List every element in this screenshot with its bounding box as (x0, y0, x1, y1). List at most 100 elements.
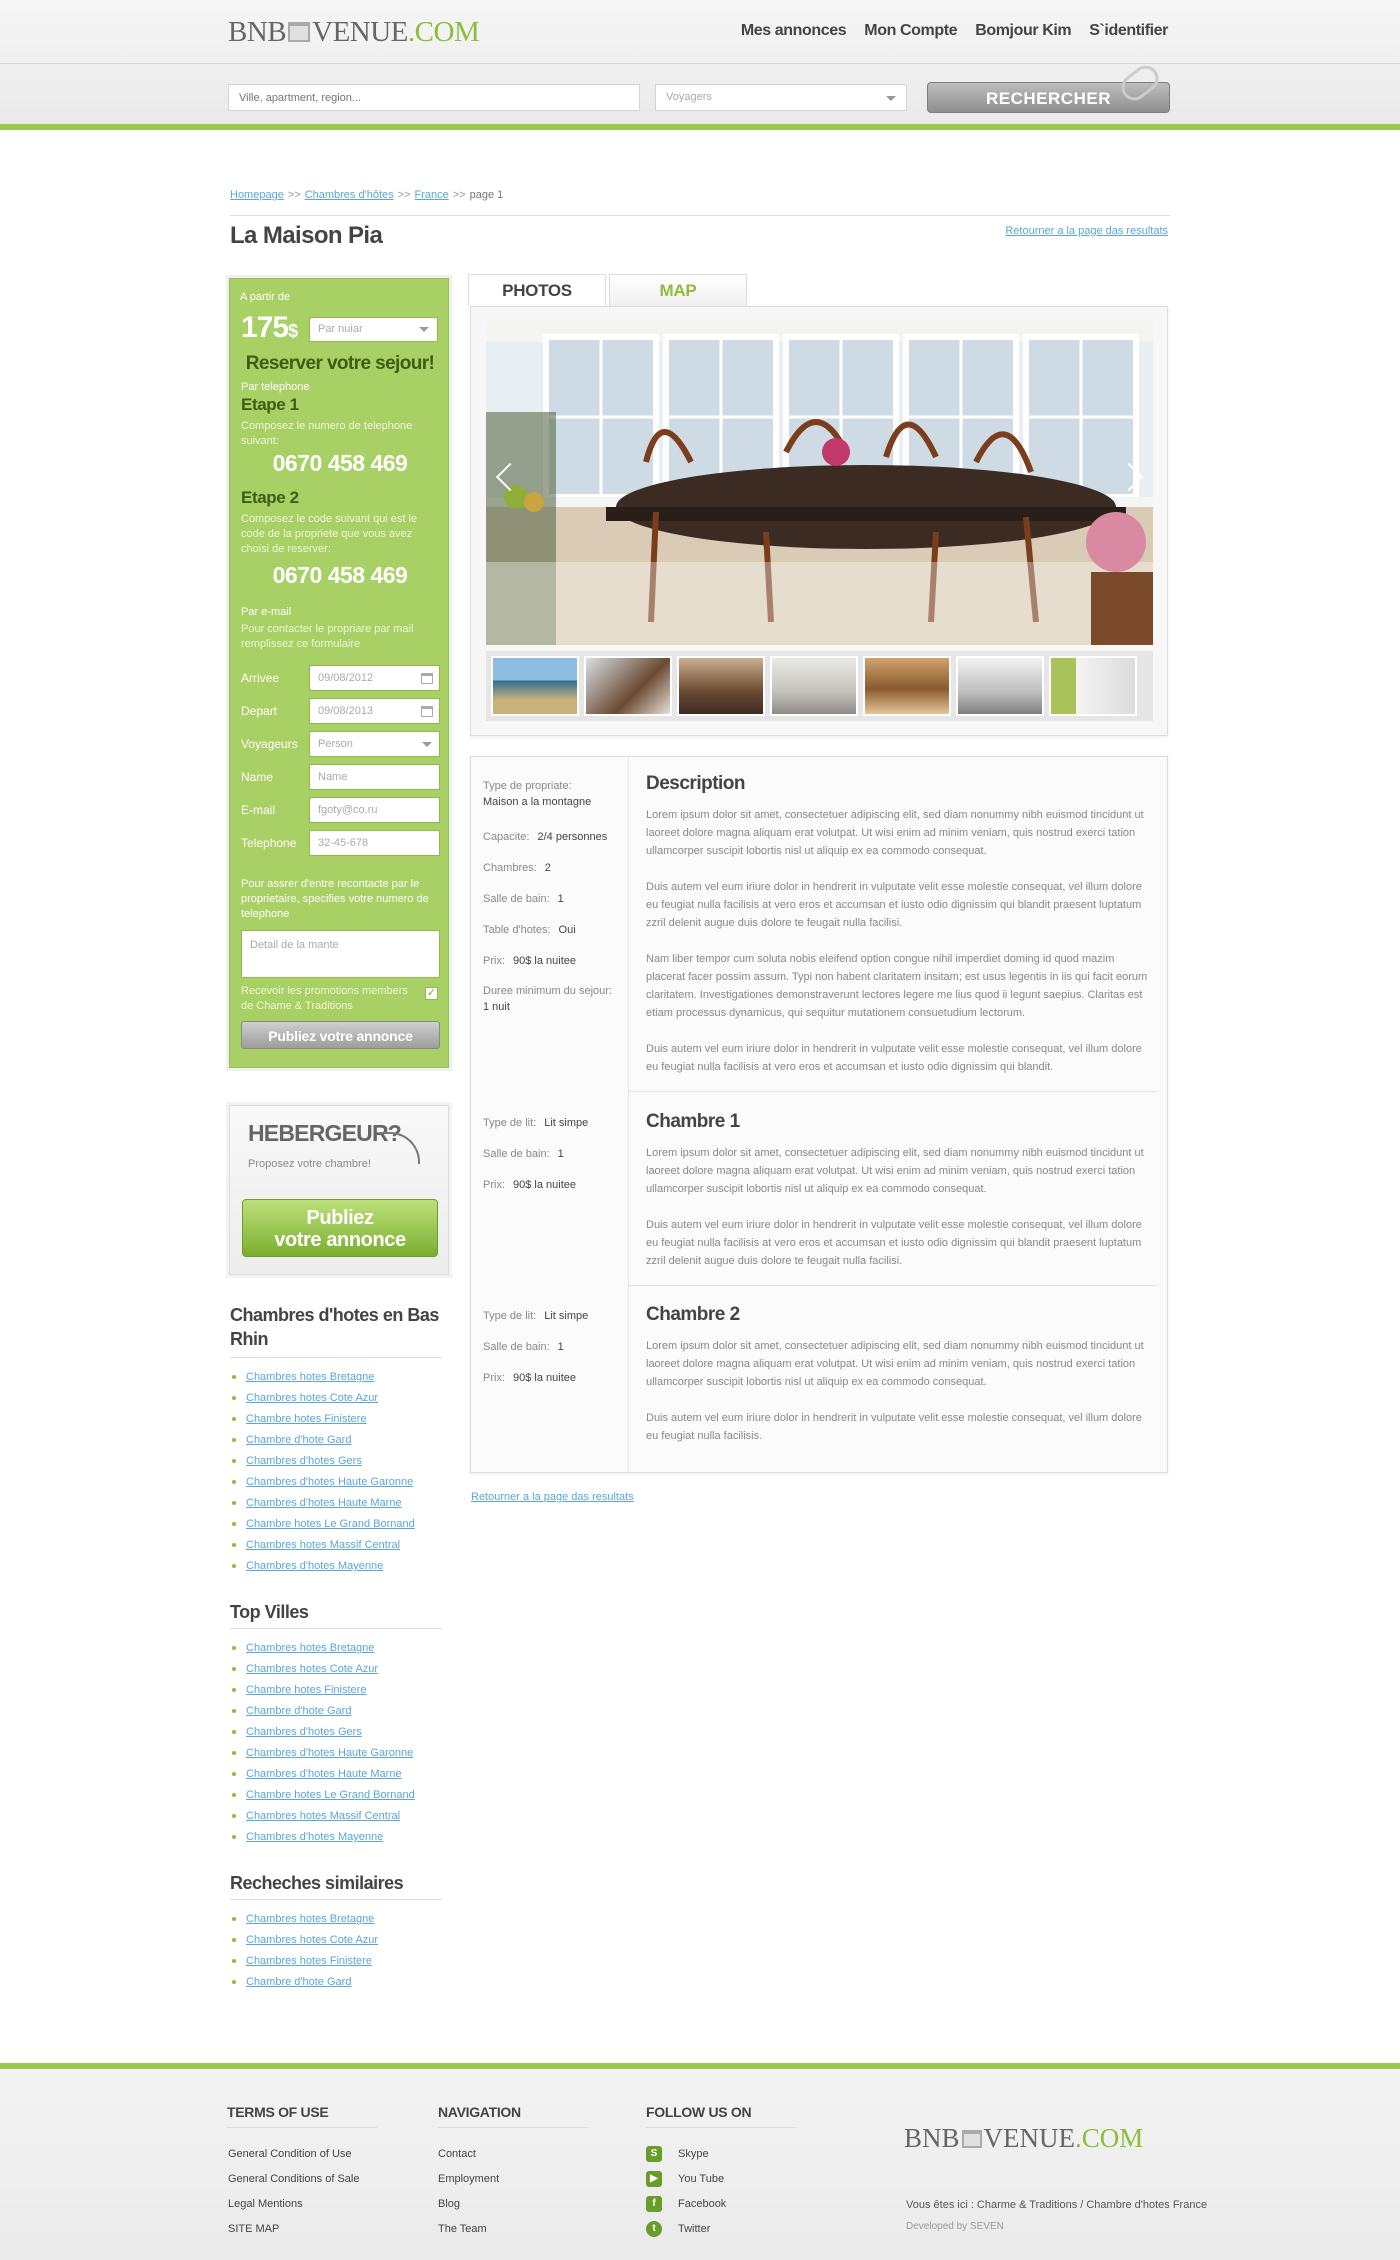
arrival-date-field[interactable]: 09/08/2012 (309, 665, 440, 691)
footer-link[interactable]: General Condition of Use (228, 2148, 352, 2160)
breadcrumb-separator: >> (397, 189, 411, 201)
footer-link[interactable]: Contact (438, 2148, 476, 2160)
breadcrumb-homepage[interactable]: Homepage (230, 189, 284, 201)
sidebar-link[interactable]: Chambres hotes Bretagne (246, 1371, 374, 1383)
host-promo-title: HEBERGEUR? (248, 1120, 402, 1146)
email-row: E-mail fgoty@co.ru (241, 797, 441, 823)
house-icon (961, 2130, 982, 2148)
search-input[interactable] (228, 84, 640, 111)
sidebar-list-top-villes: Chambres hotes Bretagne Chambres hotes C… (232, 1638, 415, 1848)
sidebar-link[interactable]: Chambres d'hotes Mayenne (246, 1831, 383, 1843)
room2-title: Chambre 2 (646, 1304, 740, 1325)
thumbnail-modern-room[interactable] (1049, 656, 1137, 716)
return-to-results-link-bottom[interactable]: Retourner a la page das resultats (471, 1491, 634, 1503)
sidebar-link[interactable]: Chambres hotes Massif Central (246, 1539, 400, 1551)
sidebar-link[interactable]: Chambre hotes Finistere (246, 1413, 366, 1425)
prop-value: Lit simpe (544, 1310, 589, 1322)
tab-map[interactable]: MAP (609, 274, 747, 306)
sidebar-list-bas-rhin: Chambres hotes Bretagne Chambres hotes C… (232, 1367, 415, 1577)
breadcrumb-france[interactable]: France (414, 189, 448, 201)
prop-label: Type de propriate: (483, 780, 572, 792)
sidebar-link[interactable]: Chambres hotes Massif Central (246, 1810, 400, 1822)
telephone-field[interactable]: 32-45-678 (309, 830, 440, 856)
nav-mon-compte[interactable]: Mon Compte (864, 22, 957, 40)
room1-bathroom: Salle de bain: 1 (483, 1148, 564, 1160)
site-logo[interactable]: BNB VENUE.COM (228, 16, 480, 49)
thumbnail-dining-room[interactable] (584, 656, 672, 716)
thumbnail-bedroom[interactable] (863, 656, 951, 716)
sidebar-link[interactable]: Chambres hotes Cote Azur (246, 1934, 378, 1946)
facebook-icon[interactable]: f (646, 2196, 662, 2212)
thumbnail-beach[interactable] (491, 656, 579, 716)
calendar-icon[interactable] (421, 673, 433, 684)
publish-announcement-button[interactable]: Publiez votre annonce (241, 1021, 440, 1049)
footer-link[interactable]: Employment (438, 2173, 499, 2185)
footer-social-link[interactable]: Facebook (678, 2198, 726, 2210)
footer-link[interactable]: Blog (438, 2198, 460, 2210)
sidebar-section-title: Chambres d'hotes en Bas Rhin (230, 1305, 439, 1349)
list-item: Chambres d'hotes Haute Garonne (232, 1743, 415, 1764)
footer-social-link[interactable]: Skype (678, 2148, 709, 2160)
thumbnail-kitchen[interactable] (770, 656, 858, 716)
sidebar-link[interactable]: Chambres hotes Finistere (246, 1955, 372, 1967)
skype-icon[interactable]: S (646, 2146, 662, 2162)
price-period-select[interactable]: Par nuiar (309, 317, 438, 342)
promo-checkbox[interactable]: ✓ (425, 987, 438, 1000)
footer-link[interactable]: SITE MAP (228, 2223, 279, 2235)
sidebar-link[interactable]: Chambres hotes Cote Azur (246, 1392, 378, 1404)
email-field[interactable]: fgoty@co.ru (309, 797, 440, 823)
host-publish-button[interactable]: Publiez votre annonce (242, 1199, 438, 1257)
nav-greeting[interactable]: Bomjour Kim (975, 22, 1071, 40)
sidebar-link[interactable]: Chambres d'hotes Haute Marne (246, 1768, 402, 1780)
sidebar-link[interactable]: Chambre hotes Le Grand Bornand (246, 1518, 415, 1530)
nav-login[interactable]: S`identifier (1089, 22, 1168, 40)
list-item: Chambres d'hotes Mayenne (232, 1556, 415, 1577)
detail-textarea[interactable]: Detail de la mante (241, 930, 440, 978)
sidebar-link[interactable]: Chambres d'hotes Haute Garonne (246, 1747, 413, 1759)
prop-value: 90$ la nuitee (513, 1179, 576, 1191)
sidebar-link[interactable]: Chambres d'hotes Gers (246, 1455, 362, 1467)
main-photo[interactable] (486, 322, 1153, 645)
sidebar-link[interactable]: Chambre d'hote Gard (246, 1434, 351, 1446)
thumbnail-lounge[interactable] (956, 656, 1044, 716)
prop-capacity: Capacite: 2/4 personnes (483, 831, 607, 843)
breadcrumb-chambres[interactable]: Chambres d'hôtes (305, 189, 394, 201)
sidebar-link[interactable]: Chambre hotes Finistere (246, 1684, 366, 1696)
host-promo-box: HEBERGEUR? Proposez votre chambre! Publi… (229, 1105, 449, 1275)
footer-link[interactable]: The Team (438, 2223, 487, 2235)
list-item: Chambre hotes Finistere (232, 1680, 415, 1701)
sidebar-link[interactable]: Chambres hotes Bretagne (246, 1913, 374, 1925)
tab-photos[interactable]: PHOTOS (468, 274, 606, 306)
prop-label: Capacite: (483, 831, 530, 843)
footer-link[interactable]: Legal Mentions (228, 2198, 303, 2210)
sidebar-link[interactable]: Chambres hotes Cote Azur (246, 1663, 378, 1675)
departure-date-field[interactable]: 09/08/2013 (309, 698, 440, 724)
sidebar-section-title: Top Villes (230, 1602, 309, 1622)
sidebar-link[interactable]: Chambres d'hotes Gers (246, 1726, 362, 1738)
sidebar-link[interactable]: Chambre d'hote Gard (246, 1976, 351, 1988)
prop-value: 90$ la nuitee (513, 955, 576, 967)
twitter-icon[interactable]: t (646, 2221, 662, 2237)
sidebar-link[interactable]: Chambre hotes Le Grand Bornand (246, 1789, 415, 1801)
footer-social-link[interactable]: Twitter (678, 2223, 710, 2235)
footer-logo[interactable]: BNB VENUE.COM (904, 2123, 1143, 2154)
calendar-icon[interactable] (421, 706, 433, 717)
sidebar-link[interactable]: Chambres d'hotes Haute Garonne (246, 1476, 413, 1488)
voyageurs-row: Voyageurs Person (241, 731, 441, 757)
footer-social-link[interactable]: You Tube (678, 2173, 724, 2185)
sidebar-link[interactable]: Chambres d'hotes Mayenne (246, 1560, 383, 1572)
return-to-results-link[interactable]: Retourner a la page das resultats (1005, 225, 1168, 237)
voyageurs-select[interactable]: Person (309, 731, 440, 757)
voyagers-select[interactable]: Voyagers (655, 84, 907, 111)
thumbnail-living-room[interactable] (677, 656, 765, 716)
host-promo-subtitle: Proposez votre chambre! (248, 1158, 371, 1170)
footer-link[interactable]: General Conditions of Sale (228, 2173, 359, 2185)
description-paragraph: Lorem ipsum dolor sit amet, consectetuer… (646, 809, 1144, 857)
prop-bathroom: Salle de bain: 1 (483, 893, 564, 905)
sidebar-link[interactable]: Chambres d'hotes Haute Marne (246, 1497, 402, 1509)
sidebar-link[interactable]: Chambre d'hote Gard (246, 1705, 351, 1717)
sidebar-link[interactable]: Chambres hotes Bretagne (246, 1642, 374, 1654)
name-field[interactable]: Name (309, 764, 440, 790)
youtube-icon[interactable]: ▶ (646, 2171, 662, 2187)
nav-mes-annonces[interactable]: Mes annonces (741, 22, 847, 40)
